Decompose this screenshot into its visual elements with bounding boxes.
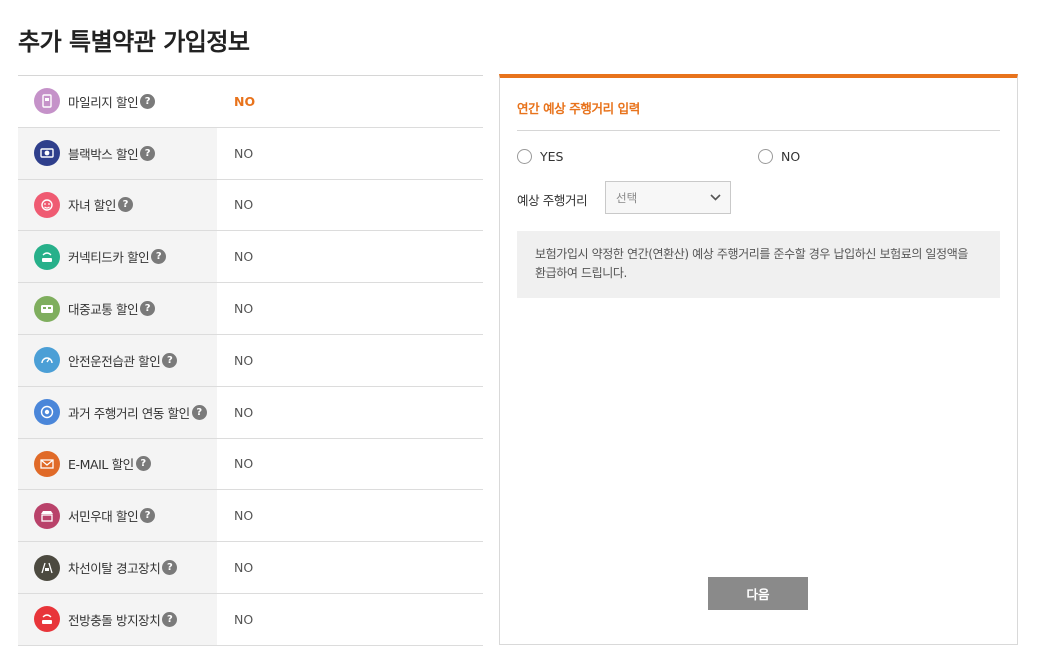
discount-row: 커넥티드카 할인? NO [18, 231, 483, 284]
distance-select-value: 선택 [616, 190, 638, 205]
discount-label: 자녀 할인 [68, 198, 116, 214]
mileage-input-panel: 연간 예상 주행거리 입력 YES NO 예상 주행거리 선택 보험가입시 약정… [499, 74, 1018, 645]
distance-select[interactable]: 선택 [605, 181, 731, 214]
discount-label-cell: 과거 주행거리 연동 할인? [18, 386, 217, 438]
blackbox-icon [34, 140, 60, 167]
discount-value: NO [234, 145, 254, 161]
help-icon[interactable]: ? [191, 404, 207, 420]
discount-row: 전방충돌 방지장치? NO [18, 593, 483, 646]
discount-label: 전방충돌 방지장치 [68, 612, 161, 628]
mileage-icon [34, 88, 60, 115]
no-radio-circle[interactable] [758, 149, 773, 164]
help-icon[interactable]: ? [140, 145, 156, 161]
discount-value: NO [234, 456, 254, 472]
discount-row: 대중교통 할인? NO [18, 283, 483, 335]
discount-label: 과거 주행거리 연동 할인 [68, 405, 190, 421]
discount-row: E-MAIL 할인? NO [18, 438, 483, 491]
help-icon[interactable]: ? [162, 611, 178, 627]
discount-row: 블랙박스 할인? NO [18, 127, 483, 180]
discount-row: 안전운전습관 할인? NO [18, 334, 483, 387]
email-icon [34, 450, 60, 477]
help-icon[interactable]: ? [162, 352, 178, 368]
discount-label: 서민우대 할인 [68, 509, 139, 525]
target-icon [34, 399, 60, 426]
distance-label: 예상 주행거리 [517, 193, 588, 208]
discount-label-cell: 차선이탈 경고장치? [18, 542, 217, 593]
discount-value: NO [234, 93, 256, 109]
discount-label: 대중교통 할인 [68, 302, 139, 318]
discount-label: 안전운전습관 할인 [68, 353, 161, 369]
help-icon[interactable]: ? [140, 508, 156, 524]
discount-label: 블랙박스 할인 [68, 146, 139, 162]
discount-row: 서민우대 할인? NO [18, 490, 483, 543]
discount-label-cell: 서민우대 할인? [18, 490, 217, 542]
discount-row: 마일리지 할인? NO [18, 76, 483, 128]
discount-value: NO [234, 404, 254, 420]
yes-radio-label: YES [540, 149, 564, 164]
lane-departure-icon [34, 554, 60, 581]
discount-value: NO [234, 352, 254, 368]
chevron-down-icon [710, 194, 721, 201]
help-icon[interactable]: ? [162, 560, 178, 576]
connected-car-icon [34, 243, 60, 270]
discount-label-cell: 마일리지 할인? [18, 76, 217, 127]
discount-label-cell: 블랙박스 할인? [18, 127, 217, 179]
child-icon [34, 191, 60, 218]
help-icon[interactable]: ? [140, 93, 156, 109]
discount-label-cell: 안전운전습관 할인? [18, 334, 217, 386]
discount-value: NO [234, 249, 254, 265]
discount-label-cell: 전방충돌 방지장치? [18, 593, 217, 645]
discount-label: 커넥티드카 할인 [68, 250, 150, 266]
discount-label-cell: 대중교통 할인? [18, 283, 217, 334]
panel-title: 연간 예상 주행거리 입력 [517, 101, 640, 116]
discount-value: NO [234, 560, 254, 576]
discount-label-cell: E-MAIL 할인? [18, 438, 217, 490]
discount-row: 과거 주행거리 연동 할인? NO [18, 386, 483, 439]
help-icon[interactable]: ? [151, 249, 167, 265]
discount-row: 자녀 할인? NO [18, 179, 483, 232]
bus-icon [34, 295, 60, 322]
discount-label: 마일리지 할인 [68, 94, 139, 110]
page-title: 추가 특별약관 가입정보 [18, 28, 250, 56]
discount-value: NO [234, 301, 254, 317]
discount-value: NO [234, 508, 254, 524]
discount-list: 마일리지 할인? NO 블랙박스 할인? NO 자녀 할인? NO 커넥티드카 할인? NO 대… [18, 75, 483, 646]
collision-warning-icon [34, 606, 60, 633]
help-icon[interactable]: ? [117, 197, 133, 213]
discount-label-cell: 자녀 할인? [18, 179, 217, 231]
discount-label: E-MAIL 할인 [68, 457, 134, 473]
shop-icon [34, 502, 60, 529]
no-radio[interactable]: NO [758, 149, 800, 164]
yes-radio[interactable]: YES [517, 149, 563, 164]
discount-value: NO [234, 197, 254, 213]
speedometer-icon [34, 347, 60, 374]
refund-info-box: 보험가입시 약정한 연간(연환산) 예상 주행거리를 준수할 경우 납입하신 보… [517, 231, 1000, 298]
panel-divider [517, 130, 1000, 131]
no-radio-label: NO [781, 149, 801, 164]
next-button[interactable]: 다음 [708, 577, 808, 610]
discount-label: 차선이탈 경고장치 [68, 561, 161, 577]
help-icon[interactable]: ? [140, 301, 156, 317]
discount-label-cell: 커넥티드카 할인? [18, 231, 217, 283]
discount-value: NO [234, 611, 254, 627]
help-icon[interactable]: ? [135, 456, 151, 472]
discount-row: 차선이탈 경고장치? NO [18, 542, 483, 594]
yes-radio-circle[interactable] [517, 149, 532, 164]
